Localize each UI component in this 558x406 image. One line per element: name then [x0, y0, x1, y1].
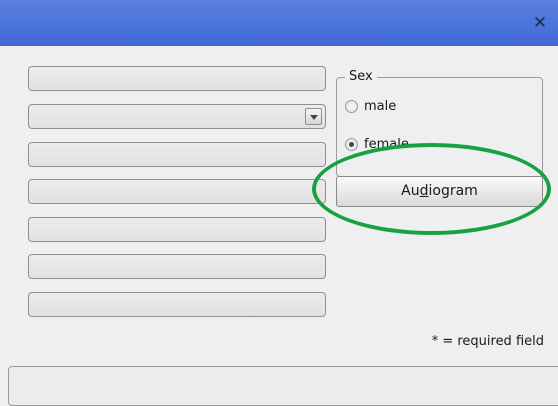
required-field-note: * = required field [431, 334, 544, 349]
radio-female-label: female [364, 137, 409, 152]
bottom-panel [8, 366, 558, 406]
text-field-7-input[interactable] [29, 293, 325, 316]
radio-female-circle[interactable] [345, 138, 358, 151]
text-field-1[interactable] [28, 66, 326, 91]
radio-male-circle[interactable] [345, 100, 358, 113]
audiogram-label-mnemonic: d [419, 183, 429, 199]
combo-box[interactable] [28, 104, 326, 129]
audiogram-label-post: iogram [428, 183, 478, 199]
text-field-1-input[interactable] [29, 67, 325, 90]
radio-male-label: male [364, 99, 397, 114]
text-field-6-input[interactable] [29, 255, 325, 278]
text-field-5-input[interactable] [29, 218, 325, 241]
text-field-5[interactable] [28, 217, 326, 242]
text-field-3[interactable] [28, 142, 326, 167]
text-field-4[interactable] [28, 179, 326, 204]
chevron-down-icon[interactable] [305, 108, 322, 125]
radio-male[interactable]: male [345, 99, 396, 114]
radio-female[interactable]: female [345, 137, 409, 152]
text-field-3-input[interactable] [29, 143, 325, 166]
combo-box-input[interactable] [29, 105, 325, 128]
title-bar: ✕ [0, 0, 558, 46]
audiogram-label-pre: Au [401, 183, 420, 199]
sex-group: Sex male female [336, 69, 543, 177]
close-icon[interactable]: ✕ [530, 13, 550, 33]
text-field-6[interactable] [28, 254, 326, 279]
text-field-7[interactable] [28, 292, 326, 317]
text-field-4-input[interactable] [29, 180, 325, 203]
sex-group-legend: Sex [345, 69, 377, 84]
audiogram-button[interactable]: Audiogram [336, 176, 543, 207]
